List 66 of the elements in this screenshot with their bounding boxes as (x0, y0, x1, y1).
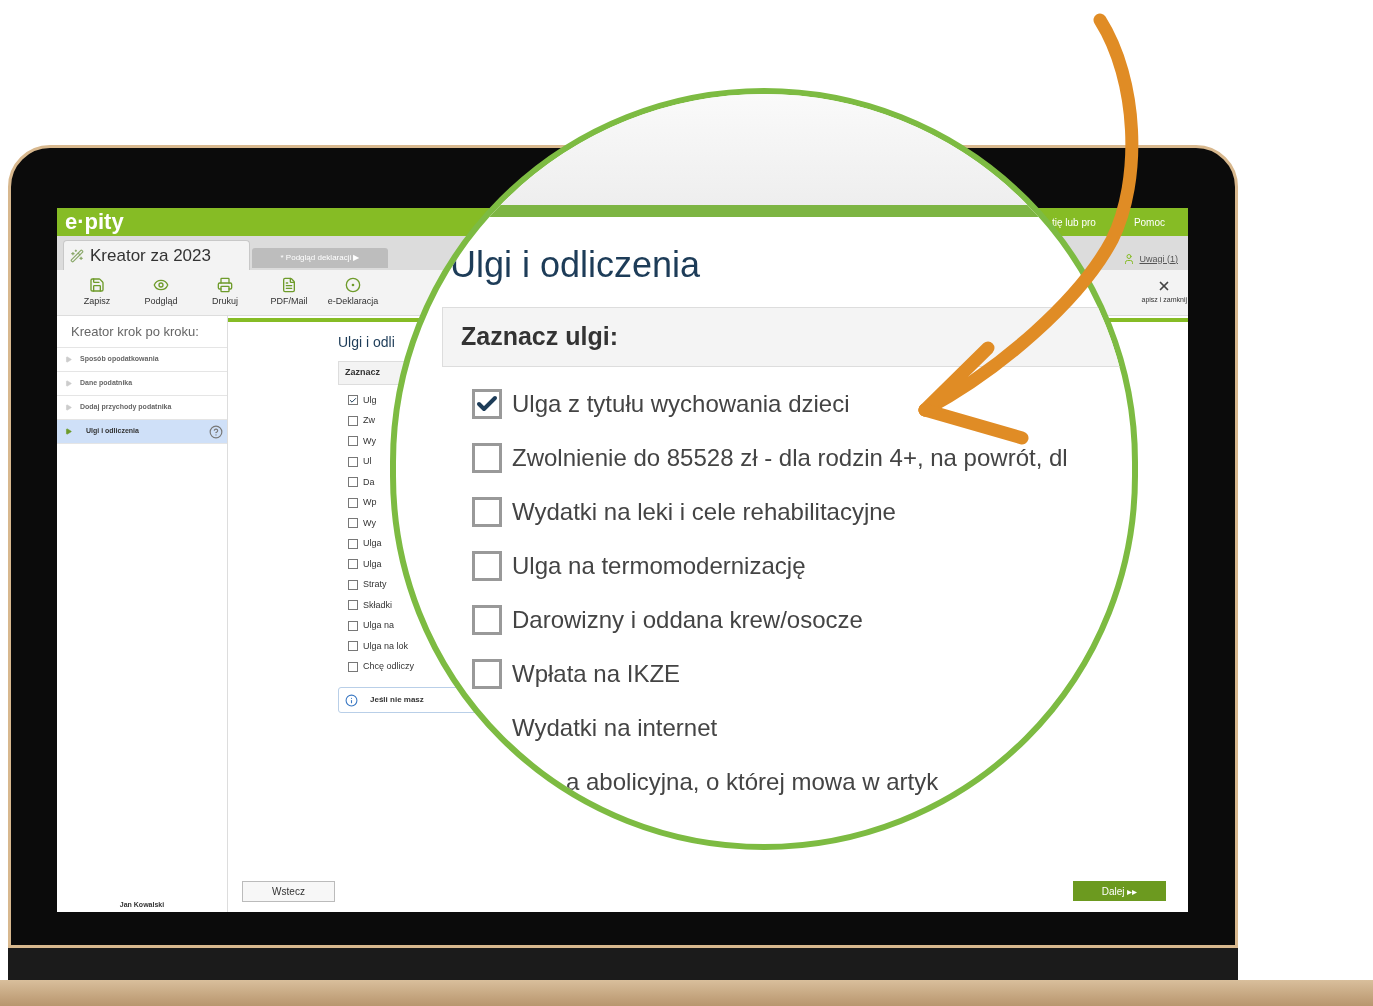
option-label: Składki (363, 598, 392, 612)
option-label: Zwolnienie do 85528 zł - dla rodzin 4+, na powrót, dl (512, 443, 1068, 473)
triangle-icon (65, 428, 72, 435)
toolbar-button[interactable]: e-Deklaracja (321, 276, 385, 309)
checkbox[interactable] (472, 389, 502, 419)
notes-link[interactable]: Uwagi (1) (1139, 252, 1178, 266)
option-label: Ulga (363, 557, 382, 571)
checkbox[interactable] (472, 551, 502, 581)
checkbox[interactable] (472, 605, 502, 635)
checkbox[interactable] (348, 538, 358, 549)
toolbar-button[interactable]: Podgląd (129, 276, 193, 309)
option-label: Wy (363, 434, 376, 448)
tab[interactable]: Kreator za 2023 (63, 240, 250, 270)
checkbox[interactable] (348, 477, 358, 488)
page-title: Ulgi i odli (338, 333, 395, 352)
info-text: Jeśli nie masz (370, 694, 424, 706)
option-label: Ulga na (363, 619, 395, 632)
option-label: Zw (363, 414, 375, 427)
person-icon (1123, 253, 1136, 266)
checkbox[interactable] (348, 497, 358, 508)
option-label: Chcę odliczy (363, 660, 415, 673)
checkbox[interactable] (348, 600, 358, 611)
option-label: Ul (363, 455, 372, 468)
option-label: Straty (363, 578, 387, 591)
option-label: Darowizny i oddana krew/osocze (512, 605, 863, 635)
help-icon[interactable] (209, 424, 223, 439)
option-label: a abolicyjna, o której mowa w artyk (566, 767, 939, 797)
checkbox[interactable] (472, 443, 502, 473)
option-label: Da (363, 475, 375, 489)
toolbar-button[interactable]: Zapisz (65, 276, 129, 309)
option-label: Ulg (363, 393, 377, 407)
checkbox[interactable] (348, 559, 358, 570)
option-label: Wpłata na IKZE (512, 659, 681, 689)
back-button[interactable]: Wstecz (242, 881, 335, 902)
toolbar-button[interactable]: PDF/Mail (257, 276, 321, 309)
logo: e·pity (65, 211, 124, 233)
info-icon (345, 693, 358, 707)
checkbox[interactable] (348, 395, 358, 406)
toolbar-icon (345, 276, 361, 293)
wand-icon (70, 248, 84, 263)
toolbar-icon (217, 276, 233, 293)
checkbox[interactable] (348, 620, 358, 631)
option-label: Wydatki na leki i cele rehabilitacyjne (512, 497, 896, 527)
checkbox[interactable] (348, 579, 358, 590)
option-label: Ulga z tytułu wychowania dzieci (512, 389, 850, 419)
checkbox[interactable] (348, 436, 358, 447)
check-icon (349, 395, 357, 405)
checkbox[interactable] (348, 415, 358, 426)
triangle-icon (65, 404, 72, 411)
option-label: Wy (363, 516, 376, 530)
checkbox[interactable] (348, 518, 358, 529)
option-label: Ulga (363, 537, 382, 550)
toolbar-button[interactable]: Drukuj (193, 276, 257, 309)
option-label: Ulga na lok (363, 639, 409, 653)
checkbox[interactable] (348, 661, 358, 672)
option-label: Wydatki na internet (512, 713, 718, 743)
toolbar-icon (89, 276, 105, 293)
toolbar-icon (281, 276, 297, 293)
option-label: Ulga na termomodernizację (512, 551, 806, 581)
checkbox[interactable] (348, 641, 358, 652)
triangle-icon (65, 356, 72, 363)
triangle-icon (65, 380, 72, 387)
option-label: Wp (363, 496, 377, 509)
checkbox[interactable] (472, 497, 502, 527)
checkbox[interactable] (472, 659, 502, 689)
checkbox[interactable] (348, 456, 358, 467)
